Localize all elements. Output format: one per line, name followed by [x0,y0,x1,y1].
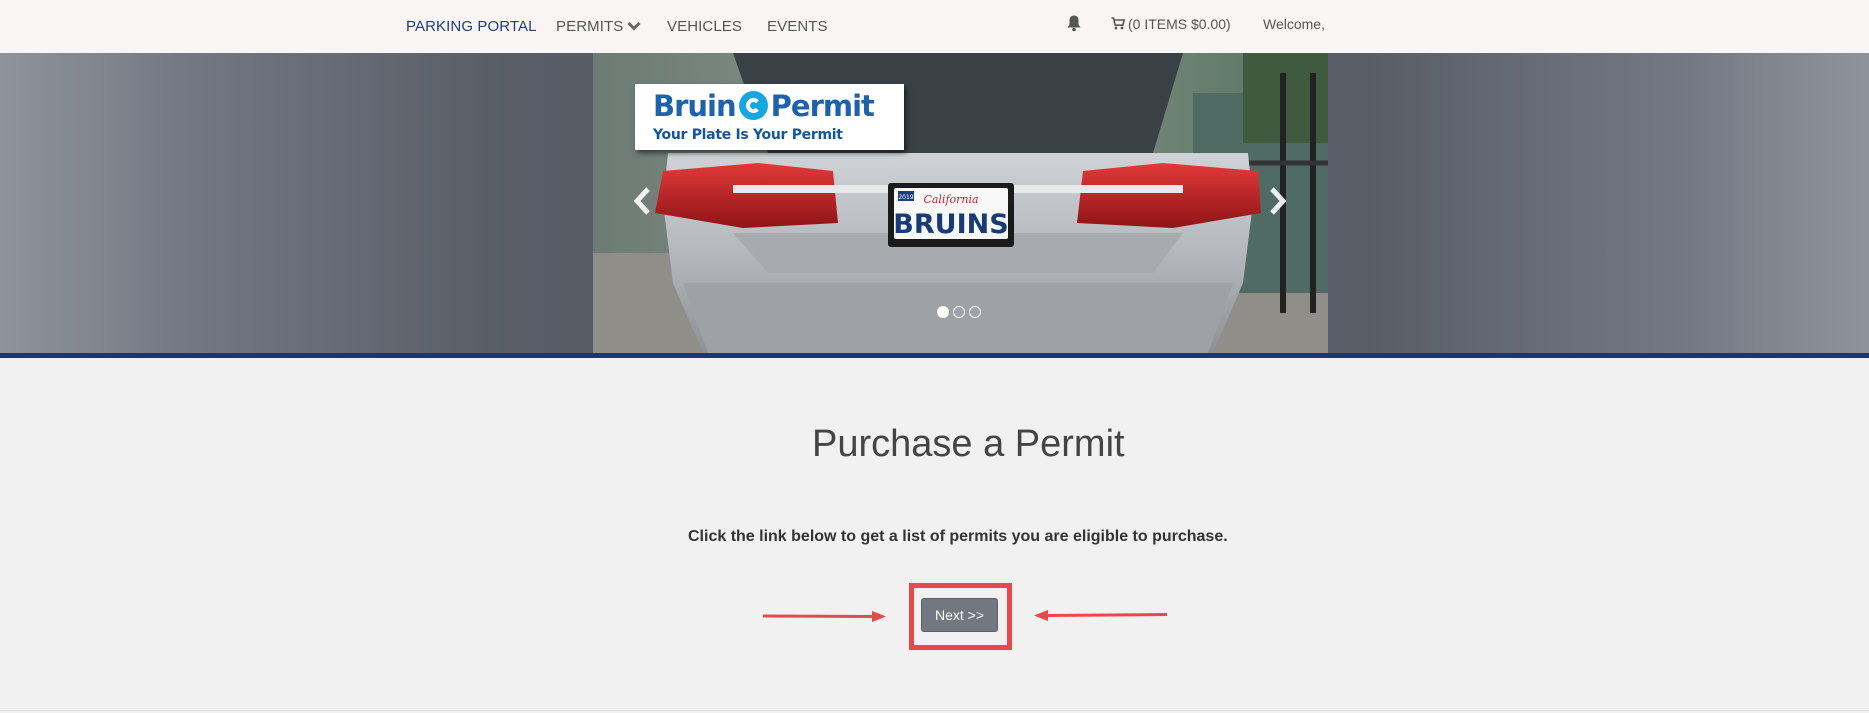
carousel-dot-2[interactable] [953,306,965,318]
bruin-epermit-badge: Bruin Permit Your Plate Is Your Permit [635,84,904,150]
e-logo-icon [738,91,768,120]
nav-vehicles[interactable]: VEHICLES [667,18,742,35]
annotation-arrow-left [1034,610,1168,621]
annotation-arrow-right [762,611,886,622]
carousel-dot-1[interactable] [937,306,949,318]
bell-icon[interactable] [1066,14,1082,32]
cart-summary[interactable]: (0 ITEMS $0.00) [1111,16,1231,32]
nav-permits-label: PERMITS [556,18,624,35]
cart-label: (0 ITEMS $0.00) [1128,16,1231,32]
top-navbar: PARKING PORTAL PERMITS VEHICLES EVENTS (… [0,0,1869,53]
carousel-slide: 2019 California BRUINS Bruin Permit Your … [593,53,1328,353]
plate-text: BRUINS [893,209,1008,240]
welcome-text: Welcome, [1263,16,1325,32]
nav-permits[interactable]: PERMITS [556,18,641,35]
footer-divider [0,710,1869,711]
plate-state: California [923,193,978,206]
badge-title: Bruin Permit [653,89,875,123]
chevron-left-icon[interactable] [630,186,656,216]
chevron-down-icon [627,21,641,31]
instructions-text: Click the link below to get a list of pe… [688,528,1228,545]
nav-events[interactable]: EVENTS [767,18,828,35]
chevron-right-icon[interactable] [1264,186,1290,216]
badge-subtitle: Your Plate Is Your Permit [653,127,843,143]
badge-title-left: Bruin [653,89,737,123]
plate-year: 2019 [898,194,913,201]
badge-title-right: Permit [770,89,875,123]
nav-parking-portal[interactable]: PARKING PORTAL [406,18,537,35]
next-button[interactable]: Next >> [921,598,998,632]
hero-divider [0,353,1869,358]
cart-icon [1111,17,1126,30]
carousel-dot-3[interactable] [969,306,981,318]
